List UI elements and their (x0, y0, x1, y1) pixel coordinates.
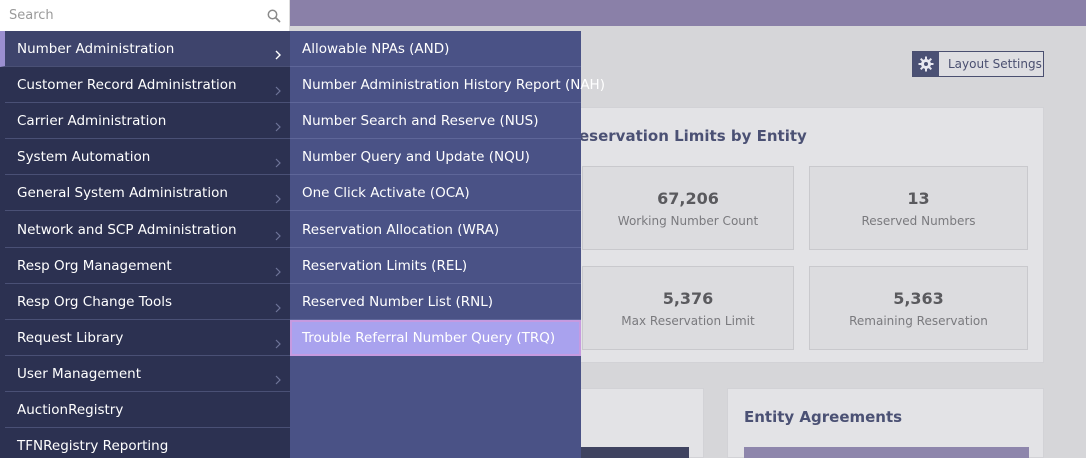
chevron-right-icon (275, 81, 281, 100)
menu-item-label: TFNRegistry Reporting (17, 437, 169, 454)
gear-icon (913, 52, 939, 76)
submenu-item-number-search-reserve[interactable]: Number Search and Reserve (NUS) (290, 103, 581, 139)
submenu-item-reservation-allocation[interactable]: Reservation Allocation (WRA) (290, 212, 581, 248)
submenu-item-label: Number Search and Reserve (NUS) (302, 112, 539, 129)
layout-settings-button[interactable]: Layout Settings (912, 51, 1044, 77)
stat-value: 5,363 (893, 288, 944, 308)
reservation-panel-title: eservation Limits by Entity (579, 127, 807, 145)
chevron-right-icon (275, 370, 281, 389)
chevron-right-icon (275, 298, 281, 317)
submenu-item-number-query-update[interactable]: Number Query and Update (NQU) (290, 139, 581, 175)
stat-caption: Remaining Reservation (849, 313, 988, 328)
menu-item-label: Customer Record Administration (17, 76, 237, 93)
menu-item-label: Number Administration (17, 40, 175, 57)
chevron-right-icon (275, 117, 281, 136)
submenu-item-one-click-activate[interactable]: One Click Activate (OCA) (290, 175, 581, 211)
menu-item-label: Network and SCP Administration (17, 221, 237, 238)
chevron-right-icon (275, 262, 281, 281)
menu-item-label: System Automation (17, 148, 151, 165)
submenu-item-number-admin-history[interactable]: Number Administration History Report (NA… (290, 67, 605, 103)
stat-value: 5,376 (662, 288, 714, 308)
chevron-right-icon (275, 226, 281, 245)
menu-item-label: Resp Org Change Tools (17, 293, 173, 310)
chevron-right-icon (275, 45, 281, 64)
number-administration-submenu: Allowable NPAs (AND) Number Administrati… (290, 31, 605, 458)
menu-item-label: Resp Org Management (17, 257, 172, 274)
submenu-item-label: Trouble Referral Number Query (TRQ) (302, 330, 556, 346)
menu-item-auction-registry[interactable]: AuctionRegistry (5, 392, 290, 428)
stat-value: 13 (907, 188, 930, 208)
menu-item-carrier-administration[interactable]: Carrier Administration (5, 103, 290, 139)
menu-item-general-system-administration[interactable]: General System Administration (5, 175, 290, 211)
main-menu: Number Administration Customer Record Ad… (0, 31, 290, 458)
search-input[interactable] (0, 0, 262, 31)
search-box (0, 0, 290, 31)
submenu-item-label: Reserved Number List (RNL) (302, 293, 494, 310)
submenu-item-label: Reservation Allocation (WRA) (302, 221, 500, 238)
stat-value: 67,206 (657, 188, 719, 208)
submenu-item-reserved-number-list[interactable]: Reserved Number List (RNL) (290, 284, 581, 320)
secondary-panel (560, 388, 704, 458)
menu-item-network-scp-administration[interactable]: Network and SCP Administration (5, 212, 290, 248)
menu-item-label: Request Library (17, 329, 124, 346)
menu-item-number-administration[interactable]: Number Administration (0, 31, 290, 67)
menu-item-tfnregistry-reporting[interactable]: TFNRegistry Reporting (5, 428, 290, 458)
menu-item-resp-org-management[interactable]: Resp Org Management (5, 248, 290, 284)
chevron-right-icon (275, 153, 281, 172)
submenu-item-allowable-npas[interactable]: Allowable NPAs (AND) (290, 31, 581, 67)
menu-item-label: Carrier Administration (17, 112, 167, 129)
menu-item-user-management[interactable]: User Management (5, 356, 290, 392)
menu-item-request-library[interactable]: Request Library (5, 320, 290, 356)
stat-caption: Max Reservation Limit (621, 313, 755, 328)
entity-agreements-panel: Entity Agreements (727, 388, 1044, 458)
menu-item-system-automation[interactable]: System Automation (5, 139, 290, 175)
chevron-right-icon (275, 334, 281, 353)
layout-settings-label: Layout Settings (948, 57, 1042, 71)
menu-item-label: General System Administration (17, 184, 228, 201)
menu-item-label: User Management (17, 365, 141, 382)
search-icon[interactable] (267, 8, 281, 27)
submenu-item-label: One Click Activate (OCA) (302, 184, 470, 201)
menu-item-label: AuctionRegistry (17, 401, 124, 418)
stat-card-working-count: 67,206 Working Number Count (582, 166, 794, 250)
stat-card-max-limit: 5,376 Max Reservation Limit (582, 266, 794, 350)
stat-caption: Working Number Count (617, 213, 759, 228)
menu-item-customer-record-administration[interactable]: Customer Record Administration (5, 67, 290, 103)
submenu-item-trouble-referral-query[interactable]: Trouble Referral Number Query (TRQ) (290, 320, 581, 356)
submenu-item-label: Number Administration History Report (NA… (302, 76, 605, 93)
submenu-item-label: Number Query and Update (NQU) (302, 148, 530, 165)
panel-header-bar (744, 447, 1029, 458)
menu-item-resp-org-change-tools[interactable]: Resp Org Change Tools (5, 284, 290, 320)
stat-caption: Reserved Numbers (861, 213, 976, 228)
submenu-item-label: Allowable NPAs (AND) (302, 40, 450, 57)
stat-card-reserved-numbers: 13 Reserved Numbers (809, 166, 1028, 250)
reservation-limits-panel: eservation Limits by Entity 67,206 Worki… (560, 107, 1044, 363)
entity-agreements-title: Entity Agreements (744, 408, 903, 426)
chevron-right-icon (275, 189, 281, 208)
stat-card-remaining: 5,363 Remaining Reservation (809, 266, 1028, 350)
submenu-item-reservation-limits[interactable]: Reservation Limits (REL) (290, 248, 581, 284)
submenu-item-label: Reservation Limits (REL) (302, 257, 468, 274)
